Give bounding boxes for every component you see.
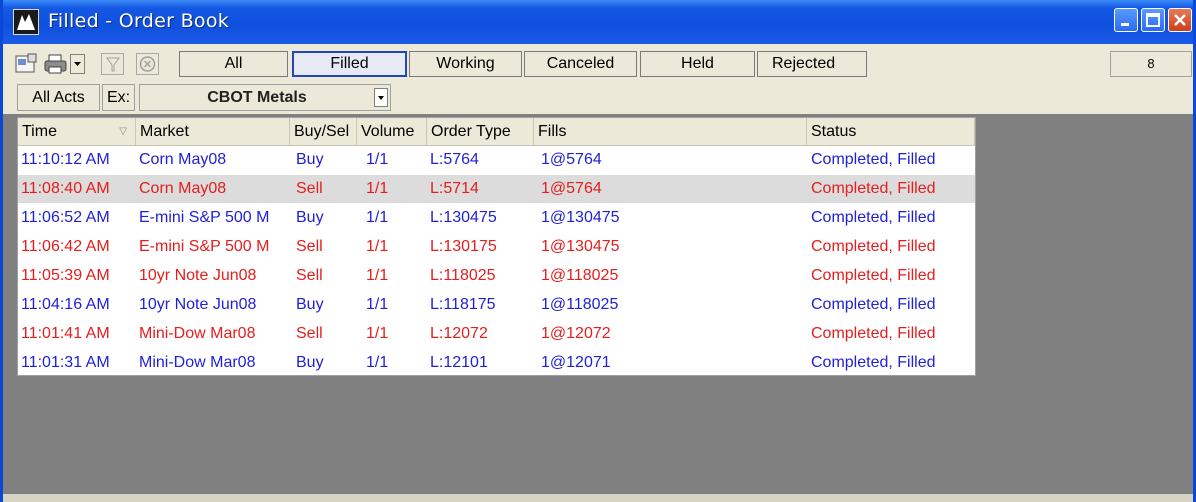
cell-order-type: L:5714: [430, 180, 479, 197]
cell-time: 11:10:12 AM: [21, 151, 110, 168]
cell-fills: 1@118025: [541, 296, 619, 313]
cell-side: Sell: [296, 180, 323, 197]
filter-filled-button[interactable]: Filled: [292, 51, 407, 77]
cell-side: Buy: [296, 151, 324, 168]
cell-market: Mini-Dow Mar08: [139, 354, 256, 371]
cell-volume: 1/1: [366, 180, 389, 197]
column-header-volume[interactable]: Volume: [357, 118, 427, 145]
cell-side: Buy: [296, 209, 324, 226]
orders-grid: Time ▽ Market Buy/Sel Volume Order Type …: [17, 117, 976, 376]
cell-fills: 1@130475: [541, 209, 620, 226]
filter-canceled-button[interactable]: Canceled: [524, 51, 637, 77]
column-header-status[interactable]: Status: [807, 118, 975, 145]
table-row[interactable]: 11:01:31 AM Mini-Dow Mar08 Buy 1/1 L:12101 1@…: [18, 349, 975, 375]
cell-volume: 1/1: [366, 151, 389, 168]
table-row[interactable]: 11:06:52 AM E-mini S&P 500 M Buy 1/1 L:13047…: [18, 204, 975, 232]
exchange-label: Ex:: [102, 84, 135, 111]
column-header-fills[interactable]: Fills: [534, 118, 807, 145]
properties-icon[interactable]: [14, 52, 40, 76]
cancel-circle-icon[interactable]: [136, 52, 160, 76]
cell-status: Completed, Filled: [811, 296, 936, 313]
dropdown-arrow-icon[interactable]: [70, 52, 86, 76]
cell-status: Completed, Filled: [811, 238, 936, 255]
app-logo-icon: [13, 9, 39, 35]
cell-fills: 1@12072: [541, 325, 611, 342]
cell-side: Buy: [296, 354, 324, 371]
cell-market: Corn May08: [139, 180, 227, 197]
cell-volume: 1/1: [366, 267, 389, 284]
cell-side: Sell: [296, 325, 323, 342]
cell-side: Sell: [296, 238, 323, 255]
exchange-value: CBOT Metals: [207, 89, 307, 106]
filter-held-button[interactable]: Held: [640, 51, 755, 77]
exchange-select[interactable]: CBOT Metals: [139, 84, 391, 111]
cell-fills: 1@130475: [541, 238, 620, 255]
cell-time: 11:05:39 AM: [21, 267, 110, 284]
cell-volume: 1/1: [366, 296, 389, 313]
filter-all-button[interactable]: All: [179, 51, 288, 77]
cell-fills: 1@5764: [541, 151, 602, 168]
column-header-time[interactable]: Time ▽: [18, 118, 136, 145]
cell-market: Corn May08: [139, 151, 227, 168]
cell-time: 11:01:41 AM: [21, 325, 110, 342]
cell-time: 11:04:16 AM: [21, 296, 110, 313]
order-count: 8: [1110, 51, 1192, 77]
cell-order-type: L:130175: [430, 238, 497, 255]
cell-market: E-mini S&P 500 M: [139, 238, 270, 255]
cell-time: 11:06:52 AM: [21, 209, 110, 226]
column-header-side[interactable]: Buy/Sel: [290, 118, 357, 145]
cell-status: Completed, Filled: [811, 180, 936, 197]
order-book-window: Filled - Order Book All Filled Working C…: [0, 0, 1196, 502]
cell-time: 11:01:31 AM: [21, 354, 110, 371]
grid-header: Time ▽ Market Buy/Sel Volume Order Type …: [18, 118, 975, 146]
cell-status: Completed, Filled: [811, 354, 936, 371]
minimize-button[interactable]: [1114, 8, 1138, 32]
cell-order-type: L:12101: [430, 354, 488, 371]
cell-side: Buy: [296, 296, 324, 313]
cell-order-type: L:118025: [430, 267, 496, 284]
cell-volume: 1/1: [366, 209, 389, 226]
cell-volume: 1/1: [366, 354, 389, 371]
bottom-border: [3, 494, 1193, 502]
cell-status: Completed, Filled: [811, 325, 936, 342]
cell-order-type: L:118175: [430, 296, 496, 313]
maximize-button[interactable]: [1141, 8, 1165, 32]
cell-volume: 1/1: [366, 325, 389, 342]
accounts-button[interactable]: All Acts: [17, 84, 100, 111]
column-header-order-type[interactable]: Order Type: [427, 118, 534, 145]
cell-market: 10yr Note Jun08: [139, 296, 257, 313]
filter-working-button[interactable]: Working: [409, 51, 522, 77]
cell-volume: 1/1: [366, 238, 389, 255]
table-row[interactable]: 11:10:12 AM Corn May08 Buy 1/1 L:5764 1@5764 C…: [18, 146, 975, 174]
filter-rejected-button[interactable]: Rejected: [757, 51, 867, 77]
table-row[interactable]: 11:08:40 AM Corn May08 Sell 1/1 L:5714 1@5764…: [18, 175, 975, 203]
cell-fills: 1@5764: [541, 180, 602, 197]
table-row[interactable]: 11:04:16 AM 10yr Note Jun08 Buy 1/1 L:118175…: [18, 291, 975, 319]
cell-market: 10yr Note Jun08: [139, 267, 257, 284]
cell-side: Sell: [296, 267, 323, 284]
table-row[interactable]: 11:06:42 AM E-mini S&P 500 M Sell 1/1 L:1301…: [18, 233, 975, 261]
column-header-market[interactable]: Market: [136, 118, 290, 145]
print-icon[interactable]: [43, 52, 69, 76]
cell-time: 11:06:42 AM: [21, 238, 110, 255]
cell-market: Mini-Dow Mar08: [139, 325, 256, 342]
cell-order-type: L:5764: [430, 151, 479, 168]
cell-market: E-mini S&P 500 M: [139, 209, 270, 226]
table-row[interactable]: 11:05:39 AM 10yr Note Jun08 Sell 1/1 L:11802…: [18, 262, 975, 290]
cell-status: Completed, Filled: [811, 267, 936, 284]
cell-fills: 1@118025: [541, 267, 619, 284]
sort-icon: ▽: [119, 126, 127, 137]
cell-status: Completed, Filled: [811, 151, 936, 168]
cell-time: 11:08:40 AM: [21, 180, 110, 197]
cell-order-type: L:12072: [430, 325, 488, 342]
cell-order-type: L:130475: [430, 209, 497, 226]
close-button[interactable]: [1168, 8, 1192, 32]
filter-icon[interactable]: [101, 52, 125, 76]
table-row[interactable]: 11:01:41 AM Mini-Dow Mar08 Sell 1/1 L:12072 1…: [18, 320, 975, 348]
window-title: Filled - Order Book: [48, 10, 230, 32]
chevron-down-icon[interactable]: [374, 88, 388, 107]
cell-status: Completed, Filled: [811, 209, 936, 226]
title-bar[interactable]: Filled - Order Book: [3, 0, 1193, 44]
cell-fills: 1@12071: [541, 354, 611, 371]
